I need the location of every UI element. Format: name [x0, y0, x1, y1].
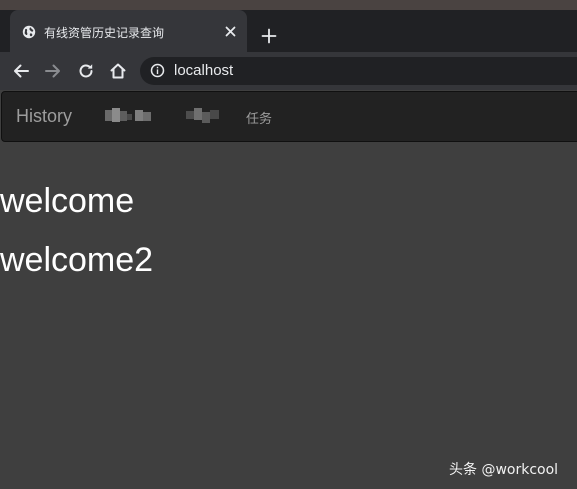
tab-title: 有线资管历史记录查询	[44, 26, 165, 40]
site-navbar	[1, 91, 577, 142]
globe-icon	[22, 25, 36, 39]
reload-icon[interactable]	[77, 62, 95, 80]
nav-item-task[interactable]: 任务	[246, 108, 272, 127]
browser-tab[interactable]: 有线资管历史记录查询	[10, 10, 247, 52]
info-icon[interactable]	[150, 63, 165, 78]
nav-item-obscured-1[interactable]	[105, 108, 155, 123]
url-text: localhost	[174, 62, 234, 79]
heading-welcome: welcome	[0, 182, 135, 220]
window-top-edge	[0, 0, 577, 10]
watermark: 头条 @workcool	[449, 462, 559, 478]
arrow-right-icon[interactable]	[44, 62, 62, 80]
arrow-left-icon[interactable]	[12, 62, 30, 80]
home-icon[interactable]	[109, 62, 127, 80]
close-icon[interactable]	[224, 25, 237, 38]
heading-welcome2: welcome2	[0, 241, 154, 279]
plus-icon[interactable]	[261, 28, 277, 44]
nav-item-obscured-2[interactable]	[186, 108, 222, 123]
navbar-brand[interactable]: History	[16, 106, 72, 127]
